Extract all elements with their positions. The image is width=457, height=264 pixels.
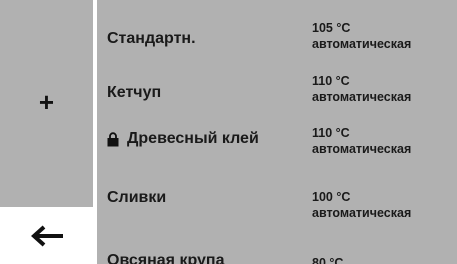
program-name: Кетчуп [107, 84, 162, 101]
program-name: Древесный клей [127, 130, 259, 147]
program-mode: автоматическая [312, 142, 412, 156]
back-button[interactable] [0, 207, 93, 264]
program-temperature: 105 °C [312, 21, 351, 35]
add-program-button[interactable]: + [0, 0, 93, 207]
program-list[interactable]: Стандартн. 105 °C автоматическая Кетчуп … [97, 0, 457, 264]
list-item[interactable]: Кетчуп 110 °C автоматическая [97, 52, 457, 104]
list-item[interactable]: Древесный клей 110 °C автоматическая [97, 104, 457, 156]
program-temperature: 100 °C [312, 190, 351, 204]
program-mode: автоматическая [312, 37, 412, 51]
program-temperature: 110 °C [312, 126, 350, 140]
lock-icon [107, 131, 119, 146]
program-name: Овсяная крупа [107, 252, 225, 264]
plus-icon: + [38, 87, 55, 117]
program-temperature: 80 °C [312, 256, 344, 264]
program-name-row: Древесный клей [107, 130, 259, 148]
program-mode: автоматическая [312, 90, 412, 104]
list-item[interactable]: Стандартн. 105 °C автоматическая [97, 0, 457, 52]
program-temperature: 110 °C [312, 74, 350, 88]
sidebar: + [0, 0, 93, 264]
arrow-left-icon [30, 225, 63, 246]
program-name: Стандартн. [107, 30, 196, 47]
list-item[interactable]: Овсяная крупа 80 °C [97, 208, 457, 264]
program-name: Сливки [107, 189, 167, 206]
program-list-screen: + Стандартн. 105 °C автоматическая Кетчу… [0, 0, 457, 264]
list-item[interactable]: Сливки 100 °C автоматическая [97, 156, 457, 220]
